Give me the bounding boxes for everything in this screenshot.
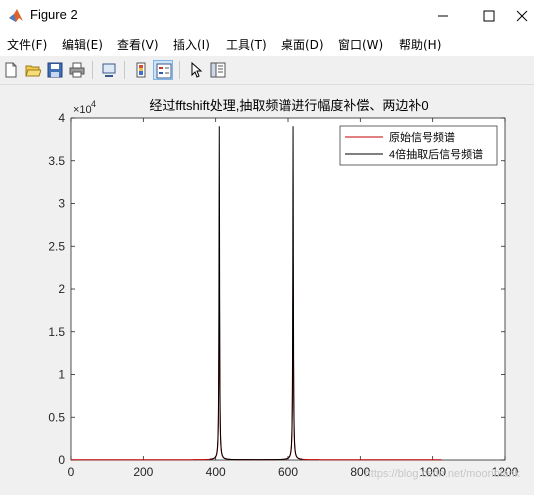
menu-window[interactable]: 窗口(W) bbox=[338, 36, 383, 53]
legend-icon bbox=[156, 63, 172, 79]
y-exponent-base: ×10 bbox=[73, 104, 92, 116]
save-button[interactable] bbox=[45, 60, 65, 80]
toolbar-separator bbox=[92, 61, 93, 79]
chart[interactable]: 经过fftshift处理,抽取频谱进行幅度补偿、两边补0 ×10 4 0 200 4… bbox=[0, 85, 534, 491]
pointer-button[interactable] bbox=[186, 60, 206, 80]
title-bar: Figure 2 bbox=[0, 0, 534, 32]
window-title: Figure 2 bbox=[30, 7, 78, 22]
menu-help[interactable]: 帮助(H) bbox=[399, 36, 441, 53]
print-button[interactable] bbox=[67, 60, 87, 80]
y-tick-label: 1 bbox=[58, 368, 65, 382]
link-plot-button[interactable] bbox=[99, 60, 119, 80]
open-file-icon bbox=[25, 65, 41, 77]
new-figure-button[interactable] bbox=[1, 60, 21, 80]
colorbar-button[interactable] bbox=[131, 60, 151, 80]
matlab-logo-icon bbox=[9, 9, 23, 22]
y-exponent-power: 4 bbox=[91, 99, 96, 109]
link-plot-icon bbox=[102, 63, 116, 77]
new-figure-icon bbox=[5, 62, 17, 78]
y-tick-label: 1.5 bbox=[48, 325, 65, 339]
legend-button[interactable] bbox=[153, 60, 173, 80]
minimize-icon bbox=[438, 15, 448, 17]
x-tick-label: 600 bbox=[278, 465, 298, 479]
y-tick-label: 3.5 bbox=[48, 154, 65, 168]
x-tick-label: 400 bbox=[206, 465, 226, 479]
menu-insert[interactable]: 插入(I) bbox=[173, 36, 210, 53]
y-tick-label: 2.5 bbox=[48, 239, 65, 253]
watermark: https://blog.csdn.net/moonblank bbox=[365, 468, 521, 480]
y-tick-label: 4 bbox=[58, 111, 65, 125]
menu-desktop[interactable]: 桌面(D) bbox=[281, 36, 324, 53]
menu-bar: 文件(F) 编辑(E) 查看(V) 插入(I) 工具(T) 桌面(D) 窗口(W… bbox=[0, 32, 534, 56]
y-exponent-label: ×10 4 bbox=[73, 99, 96, 116]
open-file-button[interactable] bbox=[23, 60, 43, 80]
x-tick-label: 0 bbox=[68, 465, 75, 479]
toolbar-separator bbox=[179, 61, 180, 79]
colorbar-icon bbox=[136, 62, 146, 78]
legend-label-original: 原始信号频谱 bbox=[389, 130, 455, 144]
menu-tools[interactable]: 工具(T) bbox=[226, 36, 267, 53]
maximize-icon bbox=[483, 10, 495, 22]
toolbar bbox=[0, 56, 534, 85]
y-tick-label: 0.5 bbox=[48, 410, 65, 424]
save-icon bbox=[47, 62, 63, 78]
toolbar-separator bbox=[124, 61, 125, 79]
legend[interactable]: 原始信号频谱 4倍抽取后信号频谱 bbox=[339, 125, 498, 166]
y-tick-label: 0 bbox=[58, 453, 65, 467]
x-tick-label: 200 bbox=[133, 465, 153, 479]
legend-label-decimated: 4倍抽取后信号频谱 bbox=[389, 147, 483, 161]
property-editor-button[interactable] bbox=[208, 60, 228, 80]
maximize-button[interactable] bbox=[466, 0, 512, 32]
menu-edit[interactable]: 编辑(E) bbox=[62, 36, 103, 53]
print-icon bbox=[69, 62, 85, 78]
close-icon bbox=[516, 10, 528, 22]
property-editor-icon bbox=[210, 62, 226, 78]
y-tick-label: 2 bbox=[58, 282, 65, 296]
y-tick-label: 3 bbox=[58, 197, 65, 211]
plot-area bbox=[70, 117, 506, 461]
minimize-button[interactable] bbox=[420, 0, 466, 32]
pointer-icon bbox=[191, 62, 203, 78]
figure-area: 经过fftshift处理,抽取频谱进行幅度补偿、两边补0 ×10 4 0 200 4… bbox=[0, 85, 534, 491]
menu-file[interactable]: 文件(F) bbox=[7, 36, 47, 53]
close-button[interactable] bbox=[512, 0, 534, 32]
menu-view[interactable]: 查看(V) bbox=[117, 36, 159, 53]
chart-title: 经过fftshift处理,抽取频谱进行幅度补偿、两边补0 bbox=[149, 98, 428, 113]
